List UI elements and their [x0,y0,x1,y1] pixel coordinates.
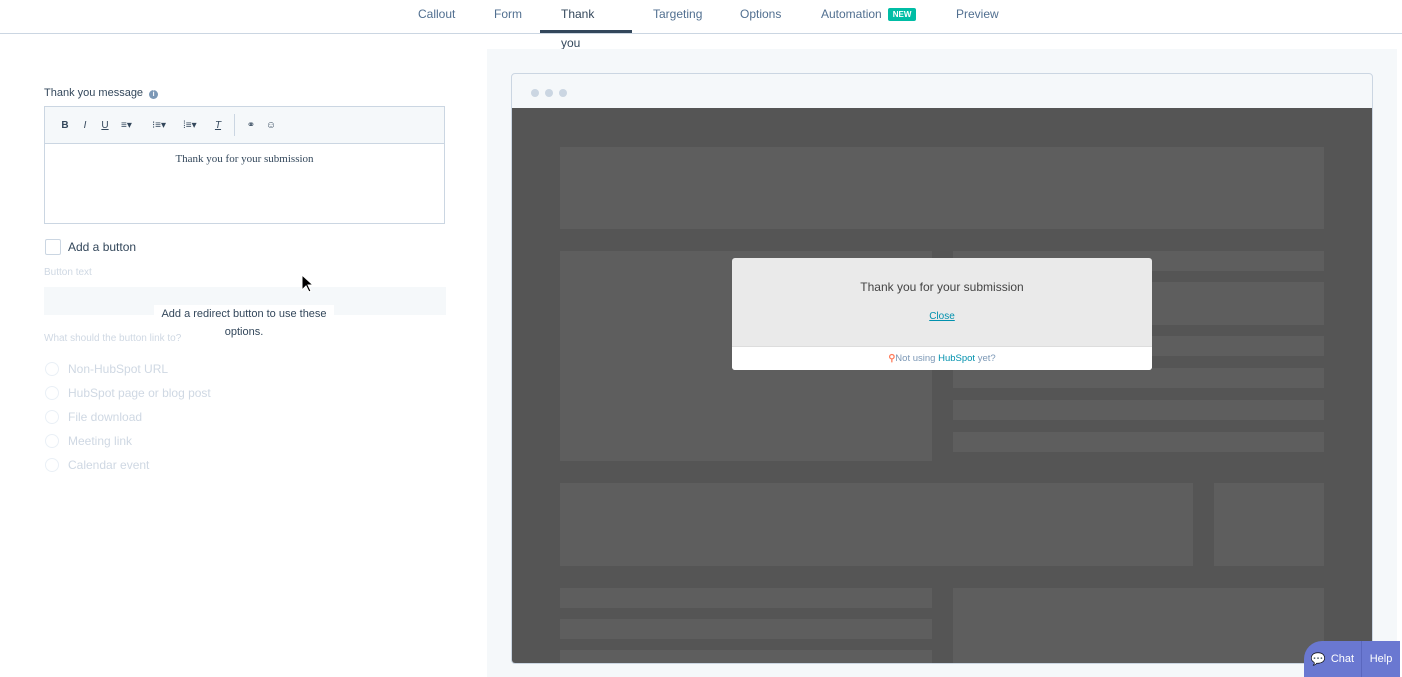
tab-thank-you[interactable]: Thank you [540,0,632,50]
add-button-label: Add a button [68,240,137,254]
link-question-label: What should the button link to? [44,333,182,344]
skeleton-block [560,650,932,663]
emoji-icon[interactable]: ☺ [261,120,281,131]
radio-non-hubspot-url [45,362,59,376]
tab-callout[interactable]: Callout [397,0,476,33]
link-option: Non-HubSpot URL [45,357,211,381]
skeleton-block [953,432,1324,452]
popup-close-link[interactable]: Close [732,311,1152,322]
link-option: File download [45,405,211,429]
skeleton-block [560,588,932,608]
radio-calendar-event [45,458,59,472]
link-option: HubSpot page or blog post [45,381,211,405]
underline-button[interactable]: U [95,120,115,131]
info-icon[interactable]: i [149,90,159,99]
tab-form[interactable]: Form [473,0,543,33]
link-option-label: Calendar event [68,458,150,472]
window-dot [559,89,567,97]
chat-bubble-icon: 💬 [1310,652,1326,666]
link-option-label: Non-HubSpot URL [68,362,169,376]
message-label-row: Thank you message i [44,87,159,99]
link-option-label: File download [68,410,143,424]
tab-preview[interactable]: Preview [935,0,1020,33]
link-icon[interactable]: ⚭ [241,120,261,131]
tab-options[interactable]: Options [719,0,802,33]
skeleton-block [560,147,1324,229]
footer-prefix: Not using [895,353,939,364]
tab-automation[interactable]: Automation NEW [800,0,937,33]
link-option: Meeting link [45,429,211,453]
skeleton-block [953,400,1324,420]
toolbar-divider [234,114,235,136]
skeleton-block [1214,483,1324,566]
numbered-list-dropdown-icon[interactable]: ⁞≡▾ [177,120,208,131]
tab-bar: Callout Form Thank you Targeting Options… [0,0,1402,50]
window-dot [545,89,553,97]
chat-widget: 💬 Chat Help [1304,641,1400,677]
align-dropdown-icon[interactable]: ≡▾ [115,120,146,131]
footer-suffix: yet? [975,353,996,364]
page-skeleton [512,108,1372,663]
bullet-list-dropdown-icon[interactable]: ⁝≡▾ [146,120,177,131]
message-input[interactable]: Thank you for your submission [45,144,444,165]
link-options: Non-HubSpot URL HubSpot page or blog pos… [45,357,211,477]
tab-automation-label: Automation [821,7,882,21]
editor-toolbar: B I U ≡▾ ⁝≡▾ ⁞≡▾ T ⚭ ☺ [45,107,444,144]
thank-you-popup: Thank you for your submission Close ⚲Not… [732,258,1152,370]
popup-message: Thank you for your submission [860,280,1024,294]
chat-button[interactable]: 💬 Chat [1304,641,1362,677]
radio-file-download [45,410,59,424]
add-button-checkbox[interactable] [45,239,61,255]
new-badge: NEW [887,8,917,21]
footer-brand: HubSpot [938,353,976,364]
link-option: Calendar event [45,453,211,477]
radio-hubspot-page [45,386,59,400]
button-text-label: Button text [44,267,92,278]
link-option-label: Meeting link [68,434,133,448]
link-option-label: HubSpot page or blog post [68,386,211,400]
skeleton-block [953,588,1324,663]
mouse-cursor-icon [301,274,314,293]
message-label: Thank you message [44,87,144,99]
skeleton-block [953,368,1324,388]
radio-meeting-link [45,434,59,448]
chat-label: Chat [1330,653,1355,665]
skeleton-block [560,619,932,639]
tab-targeting[interactable]: Targeting [632,0,723,33]
hubspot-footer[interactable]: ⚲Not using HubSpot yet? [732,346,1152,370]
skeleton-block [560,483,1193,566]
rich-text-editor: B I U ≡▾ ⁝≡▾ ⁞≡▾ T ⚭ ☺ Thank you for you… [44,106,445,224]
help-button[interactable]: Help [1362,653,1400,665]
clear-format-button[interactable]: T [208,120,228,131]
italic-button[interactable]: I [75,120,95,131]
window-dot [531,89,539,97]
bold-button[interactable]: B [55,120,75,131]
